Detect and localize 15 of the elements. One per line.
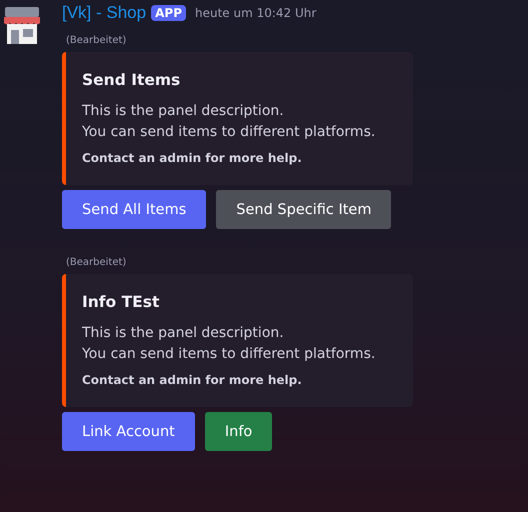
action-button[interactable]: Send All Items [62, 190, 206, 229]
embed-title: Info TEst [82, 293, 160, 311]
edited-label: (Bearbeitet) [66, 257, 128, 268]
embed-footer: Contact an admin for more help. [82, 373, 397, 387]
author-name[interactable]: [Vk] - Shop [62, 3, 146, 23]
action-button[interactable]: Info [204, 412, 272, 451]
embed-description: This is the panel description. You can send items to different platforms. [82, 102, 376, 142]
timestamp: heute um 10:42 Uhr [195, 6, 316, 20]
embed-description: This is the panel description. You can send items to different platforms. [82, 324, 376, 364]
embed-footer: Contact an admin for more help. [82, 151, 397, 165]
action-button[interactable]: Send Specific Item [216, 190, 392, 229]
embed-title: Send Items [82, 71, 182, 89]
app-badge: APP [151, 5, 186, 21]
edited-label: (Bearbeitet) [66, 35, 128, 46]
action-button[interactable]: Link Account [62, 412, 195, 451]
